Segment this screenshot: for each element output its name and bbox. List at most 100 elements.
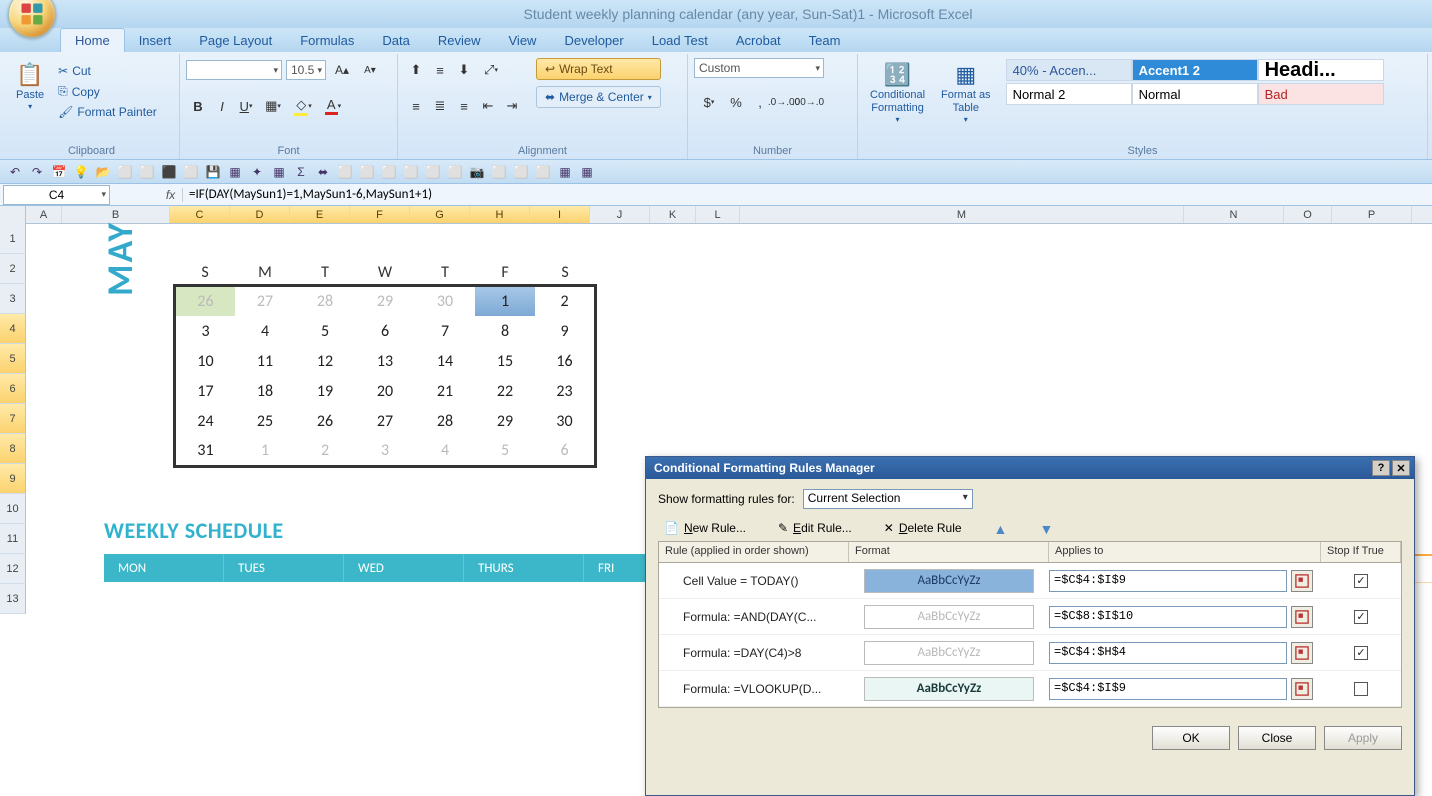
undo-button[interactable]: ↶ [6, 163, 24, 181]
row-header-13[interactable]: 13 [0, 584, 26, 614]
qat-7[interactable]: ⬜ [182, 163, 200, 181]
col-header-L[interactable]: L [696, 206, 740, 223]
qat-16[interactable]: ⬜ [380, 163, 398, 181]
row-header-11[interactable]: 11 [0, 524, 26, 554]
range-selector-button[interactable] [1291, 678, 1313, 700]
calendar-day[interactable]: 14 [415, 346, 475, 376]
row-header-12[interactable]: 12 [0, 554, 26, 584]
edit-rule-button[interactable]: ✎Edit Rule... [778, 521, 852, 535]
row-header-9[interactable]: 9 [0, 464, 26, 494]
applies-to-input[interactable]: =$C$4:$I$9 [1049, 570, 1287, 592]
qat-21[interactable]: ⬜ [490, 163, 508, 181]
qat-23[interactable]: ⬜ [534, 163, 552, 181]
calendar-day[interactable]: 22 [475, 376, 535, 406]
qat-22[interactable]: ⬜ [512, 163, 530, 181]
name-box[interactable]: C4 [3, 185, 110, 205]
formula-input[interactable]: =IF(DAY(MaySun1)=1,MaySun1-6,MaySun1+1) [183, 187, 1432, 202]
align-center-button[interactable]: ≣ [429, 95, 451, 117]
merge-center-button[interactable]: ⬌Merge & Center ▾ [536, 86, 661, 108]
format-as-table-button[interactable]: ▦ Format as Table▾ [935, 58, 997, 128]
rule-row[interactable]: Formula: =AND(DAY(C...AaBbCcYyZz=$C$8:$I… [659, 599, 1401, 635]
calendar-day[interactable]: 4 [235, 316, 295, 346]
col-header-J[interactable]: J [590, 206, 650, 223]
col-header-O[interactable]: O [1284, 206, 1332, 223]
dialog-help-button[interactable]: ? [1372, 460, 1390, 476]
calendar-day[interactable]: 30 [415, 286, 475, 316]
calendar-day[interactable]: 28 [415, 406, 475, 436]
calendar-day[interactable]: 27 [355, 406, 415, 436]
fx-button[interactable]: fx [163, 188, 183, 202]
calendar-day[interactable]: 29 [475, 406, 535, 436]
style-headi-[interactable]: Headi... [1258, 59, 1384, 81]
shrink-font-button[interactable]: A▾ [359, 59, 381, 81]
qat-12[interactable]: Σ [292, 163, 310, 181]
calendar-day[interactable]: 27 [235, 286, 295, 316]
applies-to-input[interactable]: =$C$8:$I$10 [1049, 606, 1287, 628]
calendar-day[interactable]: 3 [355, 436, 415, 466]
calendar-day[interactable]: 28 [295, 286, 355, 316]
tab-view[interactable]: View [495, 29, 551, 52]
qat-19[interactable]: ⬜ [446, 163, 464, 181]
dialog-close-x-button[interactable]: ✕ [1392, 460, 1410, 476]
move-rule-down-button[interactable]: ▼ [1040, 521, 1054, 535]
accounting-format-button[interactable]: $▾ [695, 91, 723, 113]
calendar-day[interactable]: 20 [355, 376, 415, 406]
align-top-button[interactable]: ⬆ [405, 59, 427, 81]
calendar-day[interactable]: 30 [535, 406, 595, 436]
col-header-F[interactable]: F [350, 206, 410, 223]
col-header-N[interactable]: N [1184, 206, 1284, 223]
calendar-day[interactable]: 15 [475, 346, 535, 376]
redo-button[interactable]: ↷ [28, 163, 46, 181]
calendar-day[interactable]: 5 [295, 316, 355, 346]
tab-home[interactable]: Home [60, 28, 125, 52]
calendar-day[interactable]: 18 [235, 376, 295, 406]
number-format-combo[interactable]: Custom [694, 58, 824, 78]
col-header-K[interactable]: K [650, 206, 696, 223]
calendar-day[interactable]: 1 [235, 436, 295, 466]
delete-rule-button[interactable]: ✕Delete Rule [884, 521, 962, 535]
calendar-day[interactable]: 17 [175, 376, 235, 406]
calendar-day[interactable]: 3 [175, 316, 235, 346]
calendar-day[interactable]: 25 [235, 406, 295, 436]
bold-button[interactable]: B [187, 95, 209, 117]
calendar-day[interactable]: 19 [295, 376, 355, 406]
calendar-day[interactable]: 13 [355, 346, 415, 376]
percent-button[interactable]: % [725, 91, 747, 113]
row-header-1[interactable]: 1 [0, 224, 26, 254]
col-header-A[interactable]: A [26, 206, 62, 223]
calendar-day[interactable]: 5 [475, 436, 535, 466]
calendar-day[interactable]: 16 [535, 346, 595, 376]
rule-row[interactable]: Cell Value = TODAY()AaBbCcYyZz=$C$4:$I$9… [659, 563, 1401, 599]
font-name-combo[interactable] [186, 60, 282, 80]
col-header-G[interactable]: G [410, 206, 470, 223]
style-normal[interactable]: Normal [1132, 83, 1258, 105]
calendar-day[interactable]: 7 [415, 316, 475, 346]
col-header-M[interactable]: M [740, 206, 1184, 223]
calendar-day[interactable]: 31 [175, 436, 235, 466]
qat-5[interactable]: ⬜ [138, 163, 156, 181]
col-header-C[interactable]: C [170, 206, 230, 223]
applies-to-input[interactable]: =$C$4:$H$4 [1049, 642, 1287, 664]
new-rule-button[interactable]: 📄New Rule... [664, 521, 746, 535]
style-40-accen-[interactable]: 40% - Accen... [1006, 59, 1132, 81]
row-header-8[interactable]: 8 [0, 434, 26, 464]
calendar-day[interactable]: 24 [175, 406, 235, 436]
qat-8[interactable]: 💾 [204, 163, 222, 181]
format-painter-button[interactable]: 🖌Format Painter [54, 103, 161, 121]
style-normal-2[interactable]: Normal 2 [1006, 83, 1132, 105]
row-header-4[interactable]: 4 [0, 314, 26, 344]
qat-10[interactable]: ✦ [248, 163, 266, 181]
qat-11[interactable]: ▦ [270, 163, 288, 181]
increase-indent-button[interactable]: ⇥ [501, 95, 523, 117]
underline-button[interactable]: U▾ [235, 95, 257, 117]
calendar-day[interactable]: 10 [175, 346, 235, 376]
wrap-text-button[interactable]: ↩Wrap Text [536, 58, 661, 80]
paste-button[interactable]: 📋 Paste ▾ [10, 58, 50, 115]
applies-to-input[interactable]: =$C$4:$I$9 [1049, 678, 1287, 700]
qat-18[interactable]: ⬜ [424, 163, 442, 181]
col-header-H[interactable]: H [470, 206, 530, 223]
font-color-button[interactable]: A▾ [319, 95, 347, 117]
qat-24[interactable]: ▦ [556, 163, 574, 181]
calendar-day[interactable]: 4 [415, 436, 475, 466]
grow-font-button[interactable]: A▴ [331, 59, 353, 81]
